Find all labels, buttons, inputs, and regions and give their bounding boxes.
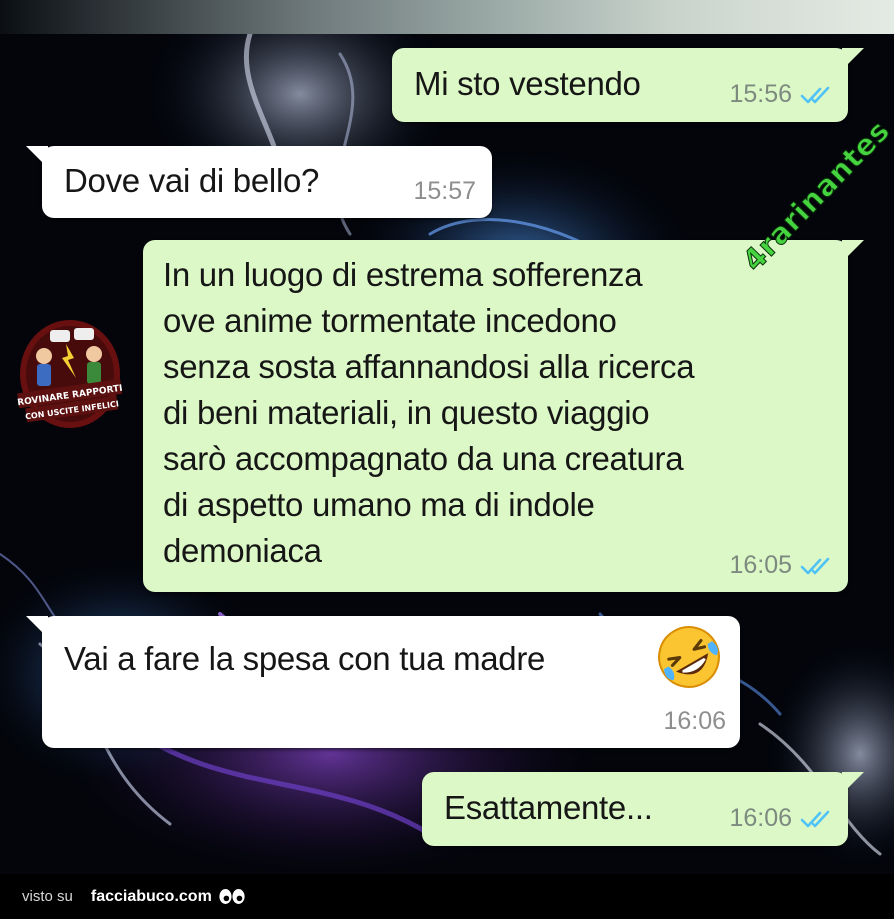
top-strip <box>0 0 894 34</box>
message-text: In un luogo di estrema sofferenza ove an… <box>163 256 695 569</box>
message-meta: 16:05 <box>729 551 834 580</box>
footer-site-link[interactable]: facciabuco.com <box>91 888 212 906</box>
double-check-icon <box>800 557 830 574</box>
message-time: 16:06 <box>663 707 726 735</box>
message-text: Mi sto vestendo <box>414 65 641 102</box>
message-bubble-sent[interactable]: Mi sto vestendo 15:56 <box>392 48 864 122</box>
message-text: Dove vai di bello? <box>64 162 320 199</box>
rovinare-rapporti-stamp-logo: ROVINARE RAPPORTI CON USCITE INFELICI <box>17 320 123 428</box>
message-meta: 16:06 <box>729 804 834 833</box>
double-check-icon <box>800 810 830 827</box>
message-meta: 15:57 <box>413 177 476 206</box>
bubble-tail <box>26 146 48 168</box>
eyes-icon <box>219 889 245 904</box>
message-time: 15:56 <box>729 80 792 108</box>
footer-prefix: visto su <box>22 888 73 905</box>
message-bubble-received[interactable]: Dove vai di bello? 15:57 <box>26 146 492 218</box>
bubble-tail <box>842 240 864 262</box>
message-bubble-sent[interactable]: In un luogo di estrema sofferenza ove an… <box>143 240 864 592</box>
message-meta: 15:56 <box>729 80 834 109</box>
message-bubble-received[interactable]: Vai a fare la spesa con tua madre 16:06 <box>26 616 740 748</box>
message-text: Esattamente... <box>444 789 653 826</box>
message-time: 16:06 <box>729 804 792 832</box>
bubble-tail <box>26 616 48 638</box>
message-meta: 16:06 <box>663 707 726 736</box>
bubble-tail <box>842 48 864 70</box>
message-time: 16:05 <box>729 551 792 579</box>
footer-bar: visto su facciabuco.com <box>0 874 894 919</box>
rolling-on-floor-laughing-emoji <box>658 626 720 688</box>
bubble-tail <box>842 772 864 794</box>
double-check-icon <box>800 86 830 103</box>
chat-screenshot: Mi sto vestendo 15:56 Dove vai di bello?… <box>0 0 894 919</box>
message-text: Vai a fare la spesa con tua madre <box>64 640 546 677</box>
message-bubble-sent[interactable]: Esattamente... 16:06 <box>422 772 864 846</box>
message-time: 15:57 <box>413 177 476 205</box>
